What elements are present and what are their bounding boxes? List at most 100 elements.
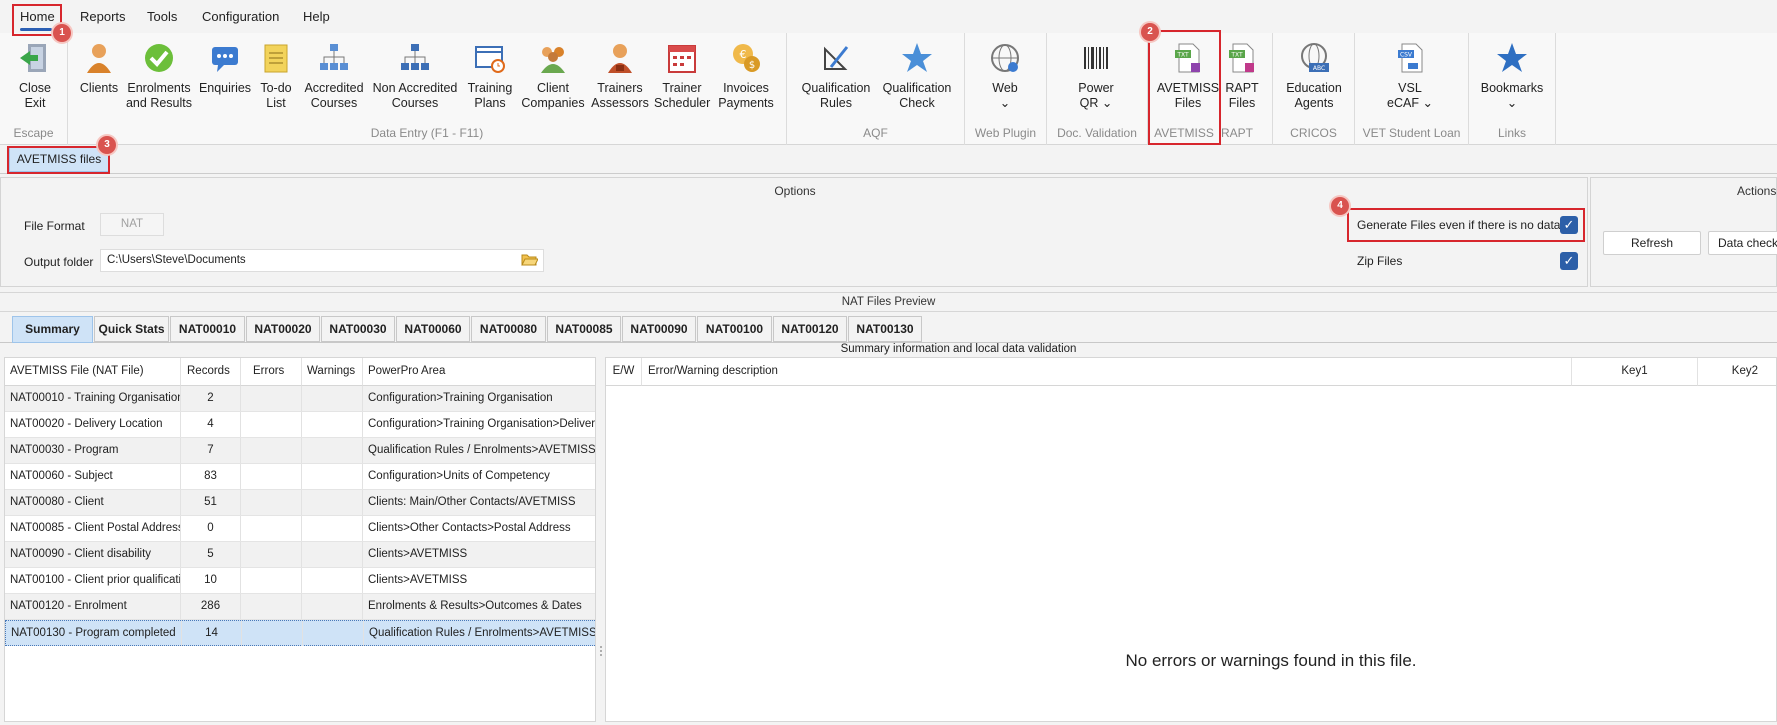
tab-quick-stats[interactable]: Quick Stats [94,316,169,342]
qualification-rules-icon [824,46,849,70]
table-row[interactable]: NAT00130 - Program completed 14 Qualificat… [5,620,595,646]
cell-records: 5 [181,542,241,567]
cell-errors [241,386,302,411]
group-label-vet-student-loan: VET Student Loan [1362,126,1461,140]
file-format-field[interactable]: NAT [100,213,164,236]
training-plans-button[interactable]: Training Plans [463,41,517,111]
trainers-assessors-button[interactable]: Trainers Assessors [590,41,650,111]
power-qr-button[interactable]: Power QR ⌄ [1067,41,1125,111]
generate-files-label: Generate Files even if there is no data [1357,218,1561,232]
output-folder-field[interactable]: C:\Users\Steve\Documents [100,249,544,272]
table-row[interactable]: NAT00010 - Training Organisation 2 Configu… [5,386,595,412]
table-row[interactable]: NAT00020 - Delivery Location 4 Configurati… [5,412,595,438]
column-header-errors[interactable]: Errors [241,358,302,386]
cell-powerpro-area: Clients>Other Contacts>Postal Address [363,516,595,541]
tab-nat00100[interactable]: NAT00100 [697,316,772,342]
menu-configuration[interactable]: Configuration [202,9,279,24]
cell-powerpro-area: Configuration>Units of Competency [363,464,595,489]
document-tab-bar [0,146,1777,174]
rapt-files-button[interactable]: TXT RAPT Files [1222,41,1262,111]
column-header-key1[interactable]: Key1 [1572,358,1698,386]
qualification-rules-button[interactable]: Qualification Rules [797,41,875,111]
svg-text:ABC: ABC [1313,65,1325,72]
refresh-button[interactable]: Refresh [1603,231,1701,255]
vsl-ecaf-button[interactable]: CSV VSL eCAF ⌄ [1380,41,1440,111]
enrolments-checkmark-icon [145,44,173,72]
column-header-ew[interactable]: E/W [606,358,642,386]
avetmiss-files-button[interactable]: TXT AVETMISS Files [1154,41,1222,111]
menu-home[interactable]: Home [20,9,55,24]
tab-nat00020[interactable]: NAT00020 [246,316,320,342]
zip-files-checkbox[interactable]: ✓ [1560,252,1578,270]
table-row[interactable]: NAT00090 - Client disability 5 Clients>AVE… [5,542,595,568]
client-companies-button[interactable]: Client Companies [520,41,586,111]
cell-file: NAT00020 - Delivery Location [5,412,181,437]
generate-files-checkbox[interactable]: ✓ [1560,216,1578,234]
cell-powerpro-area: Clients>AVETMISS [363,568,595,593]
qualification-check-star-icon [902,43,932,72]
qualification-check-button[interactable]: Qualification Check [878,41,956,111]
close-exit-button[interactable]: Close Exit [10,41,60,111]
table-row[interactable]: NAT00120 - Enrolment 286 Enrolments & Resu… [5,594,595,620]
tab-nat00085[interactable]: NAT00085 [547,316,621,342]
menu-tools[interactable]: Tools [147,9,177,24]
cell-records: 286 [181,594,241,619]
group-label-escape: Escape [13,126,54,140]
tab-nat00130[interactable]: NAT00130 [848,316,922,342]
close-exit-icon [20,44,46,72]
folder-icon[interactable] [521,252,538,267]
cell-warnings [303,621,364,646]
cell-records: 7 [181,438,241,463]
svg-text:TXT: TXT [1176,52,1189,59]
tab-nat00090[interactable]: NAT00090 [622,316,696,342]
group-label-rapt: RAPT [1220,126,1253,140]
non-accredited-courses-button[interactable]: Non Accredited Courses [370,41,460,111]
column-header-description[interactable]: Error/Warning description [642,358,1572,386]
tab-summary[interactable]: Summary [12,316,93,343]
menu-help[interactable]: Help [303,9,330,24]
column-header-file[interactable]: AVETMISS File (NAT File) [5,358,181,386]
svg-text:€: € [740,48,747,61]
accredited-courses-tree-icon [320,44,348,70]
table-row[interactable]: NAT00080 - Client 51 Clients: Main/Other C… [5,490,595,516]
cell-records: 2 [181,386,241,411]
cell-records: 83 [181,464,241,489]
table-row[interactable]: NAT00060 - Subject 83 Configuration>Units … [5,464,595,490]
menu-reports[interactable]: Reports [80,9,126,24]
data-check-button[interactable]: Data check [1708,231,1777,255]
bookmarks-star-icon [1497,43,1527,72]
tab-nat00080[interactable]: NAT00080 [471,316,546,342]
cell-powerpro-area: Qualification Rules / Enrolments>AVETMIS… [364,621,595,646]
invoices-payments-button[interactable]: € $ Invoices Payments [714,41,778,111]
cell-file: NAT00080 - Client [5,490,181,515]
column-header-powerpro-area[interactable]: PowerPro Area [363,358,595,386]
column-header-key2[interactable]: Key2 [1698,358,1777,386]
trainer-scheduler-button[interactable]: Trainer Scheduler [654,41,710,111]
tab-nat00030[interactable]: NAT00030 [321,316,395,342]
column-header-records[interactable]: Records [181,358,241,386]
tab-nat00060[interactable]: NAT00060 [396,316,470,342]
enquiries-button[interactable]: Enquiries [198,41,252,96]
education-agents-button[interactable]: ABC Education Agents [1284,41,1344,111]
todo-notepad-icon [264,44,288,73]
clients-button[interactable]: Clients [76,41,122,96]
web-button[interactable]: Web ⌄ [976,41,1034,111]
grid-splitter-handle[interactable] [598,357,604,722]
avetmiss-files-doc-tab[interactable]: AVETMISS files [9,147,109,172]
cell-file: NAT00060 - Subject [5,464,181,489]
avetmiss-txt-file-icon: TXT [1175,43,1200,73]
column-header-warnings[interactable]: Warnings [302,358,363,386]
clients-icon [87,44,111,73]
tab-nat00120[interactable]: NAT00120 [773,316,847,342]
todo-list-button[interactable]: To-do List [255,41,297,111]
table-row[interactable]: NAT00030 - Program 7 Qualification Rules /… [5,438,595,464]
enrolments-results-button[interactable]: Enrolments and Results [125,41,193,111]
bookmarks-button[interactable]: Bookmarks ⌄ [1478,41,1546,111]
table-row[interactable]: NAT00100 - Client prior qualification 10 C… [5,568,595,594]
tab-nat00010[interactable]: NAT00010 [170,316,245,342]
accredited-courses-button[interactable]: Accredited Courses [302,41,366,111]
group-label-cricos: CRICOS [1290,126,1337,140]
svg-text:CSV: CSV [1400,52,1413,59]
training-plans-calendar-icon [475,46,505,73]
table-row[interactable]: NAT00085 - Client Postal Address 0 Clients… [5,516,595,542]
